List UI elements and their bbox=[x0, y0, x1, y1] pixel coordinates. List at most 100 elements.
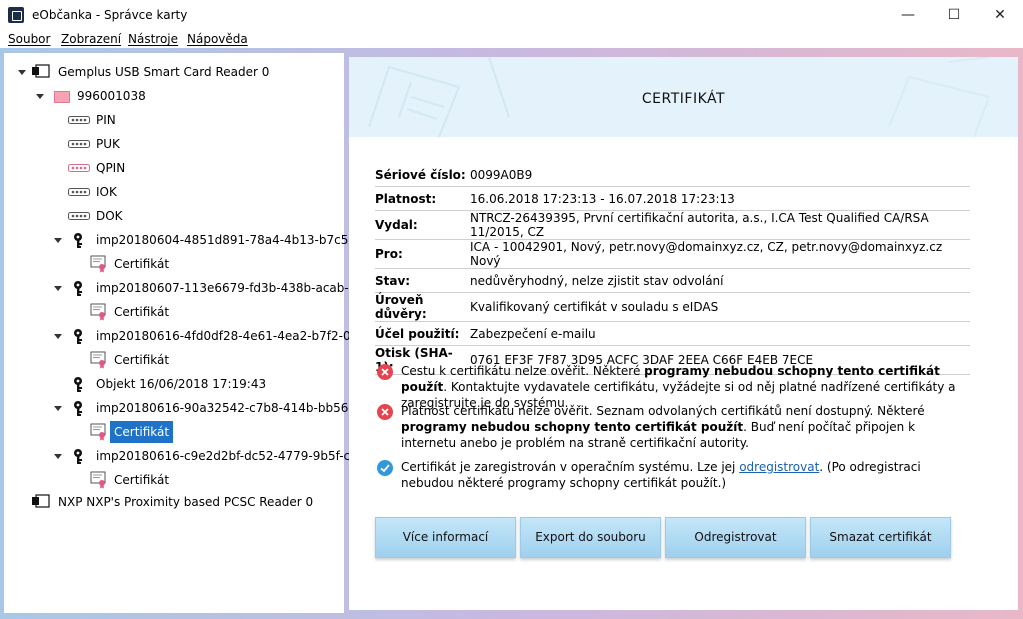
tree-item-qpin[interactable]: QPIN bbox=[68, 157, 268, 179]
tree-item-label: imp20180616-4fd0df28-4e61-4ea2-b7f2-001 bbox=[96, 329, 366, 343]
tree-item-card[interactable]: 996001038 bbox=[36, 85, 336, 107]
card-tree[interactable]: Gemplus USB Smart Card Reader 0 99600103… bbox=[4, 53, 376, 613]
detail-value: nedůvěryhodný, nelze zjistit stav odvolá… bbox=[470, 268, 970, 293]
tree-item-label: Certifikát bbox=[114, 305, 170, 319]
detail-value: NTRCZ-26439395, První certifikační autor… bbox=[470, 210, 970, 240]
tree-item-puk[interactable]: PUK bbox=[68, 133, 268, 155]
detail-value: ICA - 10042901, Nový, petr.novy@domainxy… bbox=[470, 239, 970, 269]
card-reader-icon bbox=[32, 494, 50, 508]
info-message: Certifikát je zaregistrován v operačním … bbox=[377, 459, 977, 493]
detail-key: Vydal: bbox=[375, 210, 470, 240]
unregister-link[interactable]: odregistrovat bbox=[739, 460, 819, 474]
key-icon bbox=[74, 329, 82, 344]
message-emphasis: programy nebudou schopny tento certifiká… bbox=[401, 420, 744, 434]
minimize-button[interactable]: — bbox=[885, 0, 931, 31]
message-text: Platnost certifikátu nelze ověřit. Sezna… bbox=[401, 403, 971, 451]
detail-row: Úroveň důvěry: Kvalifikovaný certifikát v… bbox=[375, 292, 970, 322]
tree-item-certificate[interactable]: Certifikát bbox=[90, 469, 290, 491]
tree-item-key[interactable]: imp20180616-4fd0df28-4e61-4ea2-b7f2-001 bbox=[54, 325, 366, 347]
detail-value: Kvalifikovaný certifikát v souladu s eID… bbox=[470, 292, 970, 322]
tree-item-label: Gemplus USB Smart Card Reader 0 bbox=[58, 65, 270, 79]
key-icon bbox=[74, 281, 82, 296]
pin-icon bbox=[68, 140, 90, 148]
tree-item-label: Certifikát bbox=[110, 421, 174, 443]
tree-item-label: Certifikát bbox=[114, 257, 170, 271]
collapse-icon[interactable] bbox=[54, 238, 62, 243]
title-bar: eObčanka - Správce karty — ☐ ✕ bbox=[0, 0, 1023, 31]
menu-file[interactable]: Soubor bbox=[8, 32, 50, 46]
certificate-icon bbox=[90, 351, 106, 369]
smart-card-icon bbox=[54, 91, 70, 103]
pin-icon bbox=[68, 116, 90, 124]
detail-value: Zabezpečení e-mailu bbox=[470, 321, 970, 346]
detail-row: Účel použití: Zabezpečení e-mailu bbox=[375, 321, 970, 346]
detail-value: 16.06.2018 17:23:13 - 16.07.2018 17:23:1… bbox=[470, 186, 970, 211]
certificate-details: Sériové číslo: 0099A0B9 Platnost: 16.06.20… bbox=[375, 163, 970, 375]
collapse-icon[interactable] bbox=[54, 334, 62, 339]
tree-item-key[interactable]: imp20180616-90a32542-c7b8-414b-bb56-749 bbox=[54, 397, 376, 419]
tree-item-certificate[interactable]: Certifikát bbox=[90, 301, 290, 323]
page-title: CERTIFIKÁT bbox=[641, 91, 726, 107]
certificate-icon bbox=[90, 255, 106, 273]
error-icon bbox=[377, 364, 393, 380]
tree-item-label: Certifikát bbox=[114, 473, 170, 487]
certificate-panel: CERTIFIKÁT Sériové číslo: 0099A0B9 Platno… bbox=[349, 57, 1018, 610]
tree-item-certificate[interactable]: Certifikát bbox=[90, 349, 290, 371]
detail-key: Sériové číslo: bbox=[375, 163, 470, 187]
tree-item-label: Certifikát bbox=[114, 353, 170, 367]
tree-item-label: IOK bbox=[96, 185, 117, 199]
message-part: Certifikát je zaregistrován v operačním … bbox=[401, 460, 740, 474]
more-info-button[interactable]: Více informací bbox=[375, 517, 516, 558]
maximize-button[interactable]: ☐ bbox=[931, 0, 977, 31]
tree-item-label: NXP NXP's Proximity based PCSC Reader 0 bbox=[58, 495, 314, 509]
menu-view[interactable]: Zobrazení bbox=[61, 32, 121, 46]
detail-row: Vydal: NTRCZ-26439395, První certifikační… bbox=[375, 210, 970, 240]
tree-item-certificate-selected[interactable]: Certifikát bbox=[90, 421, 290, 443]
key-icon bbox=[74, 449, 82, 464]
collapse-icon[interactable] bbox=[18, 70, 26, 75]
tree-item-reader1[interactable]: Gemplus USB Smart Card Reader 0 bbox=[18, 61, 338, 83]
menu-tools[interactable]: Nástroje bbox=[128, 32, 178, 46]
tree-item-label: PUK bbox=[96, 137, 120, 151]
tree-item-dok[interactable]: DOK bbox=[68, 205, 268, 227]
certificate-icon bbox=[90, 423, 106, 441]
pin-icon bbox=[68, 212, 90, 220]
tree-item-reader2[interactable]: NXP NXP's Proximity based PCSC Reader 0 bbox=[32, 491, 342, 513]
message-part: Platnost certifikátu nelze ověřit. Sezna… bbox=[401, 404, 925, 418]
detail-key: Stav: bbox=[375, 268, 470, 293]
close-button[interactable]: ✕ bbox=[977, 0, 1023, 31]
tree-item-key[interactable]: imp20180607-113e6679-fd3b-438b-acab-aba bbox=[54, 277, 371, 299]
app-icon bbox=[8, 7, 24, 23]
error-icon bbox=[377, 404, 393, 420]
key-icon bbox=[74, 401, 82, 416]
tree-item-pin[interactable]: PIN bbox=[68, 109, 268, 131]
detail-value: 0099A0B9 bbox=[470, 163, 970, 187]
tree-item-iok[interactable]: IOK bbox=[68, 181, 268, 203]
collapse-icon[interactable] bbox=[54, 286, 62, 291]
tree-item-certificate[interactable]: Certifikát bbox=[90, 253, 290, 275]
collapse-icon[interactable] bbox=[36, 94, 44, 99]
certificate-icon bbox=[90, 303, 106, 321]
tree-item-key[interactable]: imp20180616-c9e2d2bf-dc52-4779-9b5f-c58 bbox=[54, 445, 365, 467]
detail-row: Sériové číslo: 0099A0B9 bbox=[375, 163, 970, 187]
tree-item-key[interactable]: imp20180604-4851d891-78a4-4b13-b7c5-325 bbox=[54, 229, 376, 251]
certificate-icon bbox=[90, 471, 106, 489]
tree-item-object[interactable]: Objekt 16/06/2018 17:19:43 bbox=[72, 373, 332, 395]
key-icon bbox=[74, 377, 82, 392]
menu-help[interactable]: Nápověda bbox=[187, 32, 248, 46]
detail-key: Účel použití: bbox=[375, 321, 470, 346]
collapse-icon[interactable] bbox=[54, 454, 62, 459]
key-icon bbox=[74, 233, 82, 248]
message-part: Cestu k certifikátu nelze ověřit. Někter… bbox=[401, 364, 645, 378]
window-title: eObčanka - Správce karty bbox=[32, 8, 188, 22]
delete-certificate-button[interactable]: Smazat certifikát bbox=[810, 517, 951, 558]
qpin-icon bbox=[68, 164, 90, 172]
card-reader-icon bbox=[32, 64, 50, 78]
detail-key: Úroveň důvěry: bbox=[375, 292, 470, 322]
unregister-button[interactable]: Odregistrovat bbox=[665, 517, 806, 558]
export-button[interactable]: Export do souboru bbox=[520, 517, 661, 558]
tree-item-label: imp20180607-113e6679-fd3b-438b-acab-aba bbox=[96, 281, 372, 295]
detail-row: Pro: ICA - 10042901, Nový, petr.novy@doma… bbox=[375, 239, 970, 269]
tree-item-label: Objekt 16/06/2018 17:19:43 bbox=[96, 377, 267, 391]
collapse-icon[interactable] bbox=[54, 406, 62, 411]
